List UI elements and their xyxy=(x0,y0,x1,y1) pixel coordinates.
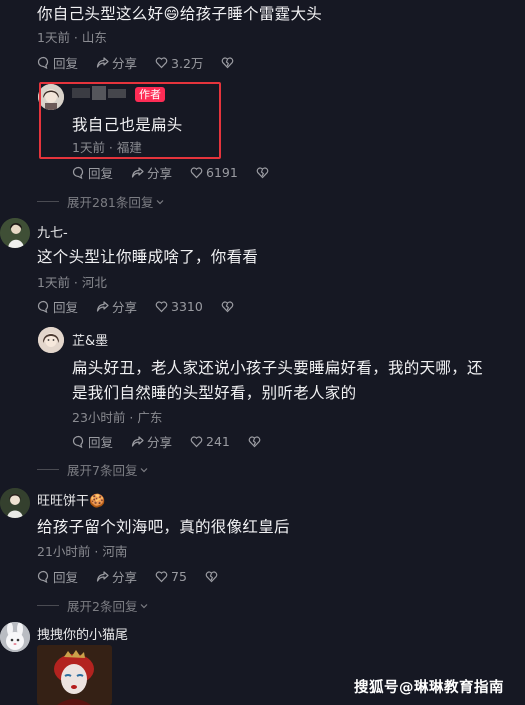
comment-text-line2: 是我们自然睡的头型好看，别听老人家的 xyxy=(72,384,357,402)
comment-actions: 回复 分享 3310 xyxy=(37,297,255,316)
reply-label: 回复 xyxy=(53,570,79,585)
reply-icon xyxy=(72,435,84,448)
share-icon xyxy=(96,571,109,582)
heart-icon xyxy=(155,57,168,69)
comment-text: 给孩子留个刘海吧，真的很像红皇后 xyxy=(37,518,290,536)
broken-heart-icon xyxy=(222,57,234,69)
comment-meta: 1天前 · 福建 xyxy=(72,140,142,155)
username[interactable]: 旺旺饼干🍪 xyxy=(37,490,105,509)
expand-label: 展开281条回复 xyxy=(67,195,154,210)
dislike-button[interactable] xyxy=(256,166,272,179)
heart-icon xyxy=(155,301,168,313)
comment-meta: 1天前 · 山东 xyxy=(37,30,107,45)
reply-icon xyxy=(37,300,49,313)
bunny-avatar-image xyxy=(0,622,30,652)
reply-label: 回复 xyxy=(88,166,114,181)
share-icon xyxy=(96,57,109,68)
like-button[interactable]: 241 xyxy=(190,434,230,449)
comment-actions: 回复 分享 6191 xyxy=(72,163,290,182)
like-count: 3310 xyxy=(171,299,203,314)
username[interactable]: 拽拽你的小猫尾 xyxy=(37,624,128,643)
heart-icon xyxy=(190,167,203,179)
share-button[interactable]: 分享 xyxy=(96,297,137,316)
avatar[interactable] xyxy=(0,488,30,518)
dislike-button[interactable] xyxy=(221,56,237,69)
watermark: 搜狐号@琳琳教育指南 xyxy=(354,680,504,696)
broken-heart-icon xyxy=(205,571,218,583)
reply-button[interactable]: 回复 xyxy=(37,53,78,72)
expand-label: 展开7条回复 xyxy=(67,463,138,478)
reply-icon xyxy=(37,570,49,583)
share-label: 分享 xyxy=(112,300,138,315)
reply-label: 回复 xyxy=(53,56,79,71)
expand-replies-button[interactable]: 展开7条回复 xyxy=(37,460,149,479)
divider xyxy=(37,201,59,202)
share-label: 分享 xyxy=(147,166,173,181)
share-button[interactable]: 分享 xyxy=(96,53,137,72)
comment-text: 这个头型让你睡成啥了，你看看 xyxy=(37,248,259,266)
share-button[interactable]: 分享 xyxy=(131,163,172,182)
like-button[interactable]: 75 xyxy=(155,569,187,584)
divider xyxy=(37,605,59,606)
like-count: 75 xyxy=(171,569,187,584)
broken-heart-icon xyxy=(248,436,261,448)
red-queen-image xyxy=(37,645,112,705)
reply-button[interactable]: 回复 xyxy=(72,432,113,451)
avatar-image xyxy=(38,327,64,353)
like-button[interactable]: 3310 xyxy=(155,299,203,314)
reply-icon xyxy=(37,56,49,69)
dislike-button[interactable] xyxy=(205,570,221,583)
broken-heart-icon xyxy=(221,301,234,313)
broken-heart-icon xyxy=(256,167,269,179)
reply-button[interactable]: 回复 xyxy=(37,567,78,586)
chevron-down-icon xyxy=(141,467,148,472)
chevron-down-icon xyxy=(156,199,164,204)
dislike-button[interactable] xyxy=(221,300,237,313)
avatar[interactable] xyxy=(0,622,30,652)
like-button[interactable]: 6191 xyxy=(190,165,238,180)
comment-meta: 23小时前 · 广东 xyxy=(72,410,163,425)
reply-button[interactable]: 回复 xyxy=(37,297,78,316)
share-icon xyxy=(131,167,144,178)
comment-actions: 回复 分享 75 xyxy=(37,567,239,586)
avatar[interactable] xyxy=(0,218,30,248)
expand-label: 展开2条回复 xyxy=(67,599,138,614)
comment-meta: 1天前 · 河北 xyxy=(37,275,107,290)
reply-icon xyxy=(72,166,84,179)
comment-actions: 回复 分享 3.2万 xyxy=(37,53,255,72)
like-count: 3.2万 xyxy=(171,56,204,71)
share-label: 分享 xyxy=(112,56,138,71)
like-button[interactable]: 3.2万 xyxy=(155,53,203,72)
chevron-down-icon xyxy=(141,603,148,608)
comment-meta: 21小时前 · 河南 xyxy=(37,544,128,559)
like-count: 241 xyxy=(206,434,230,449)
comment-image[interactable] xyxy=(37,645,112,705)
reply-label: 回复 xyxy=(88,435,114,450)
divider xyxy=(37,469,59,470)
share-label: 分享 xyxy=(112,570,138,585)
share-icon xyxy=(131,436,144,447)
expand-replies-button[interactable]: 展开2条回复 xyxy=(37,596,149,615)
like-count: 6191 xyxy=(206,165,238,180)
comment-text-line1: 扁头好丑，老人家还说小孩子头要睡扁好看，我的天哪，还 xyxy=(72,359,483,377)
username[interactable]: 九七- xyxy=(37,222,68,241)
heart-icon xyxy=(190,436,203,448)
expand-replies-button[interactable]: 展开281条回复 xyxy=(37,192,165,211)
share-button[interactable]: 分享 xyxy=(131,432,172,451)
comment-actions: 回复 分享 241 xyxy=(72,432,282,451)
share-button[interactable]: 分享 xyxy=(96,567,137,586)
heart-icon xyxy=(155,571,168,583)
comment-text: 我自己也是扁头 xyxy=(72,116,183,134)
username[interactable]: 芷&墨 xyxy=(72,330,108,349)
comment-text: 你自己头型这么好😄给孩子睡个雷霆大头 xyxy=(37,5,323,23)
avatar[interactable] xyxy=(38,327,64,353)
dislike-button[interactable] xyxy=(248,435,264,448)
share-label: 分享 xyxy=(147,435,173,450)
avatar-image xyxy=(0,218,30,248)
share-icon xyxy=(96,301,109,312)
avatar-image xyxy=(0,488,30,518)
reply-label: 回复 xyxy=(53,300,79,315)
reply-button[interactable]: 回复 xyxy=(72,163,113,182)
